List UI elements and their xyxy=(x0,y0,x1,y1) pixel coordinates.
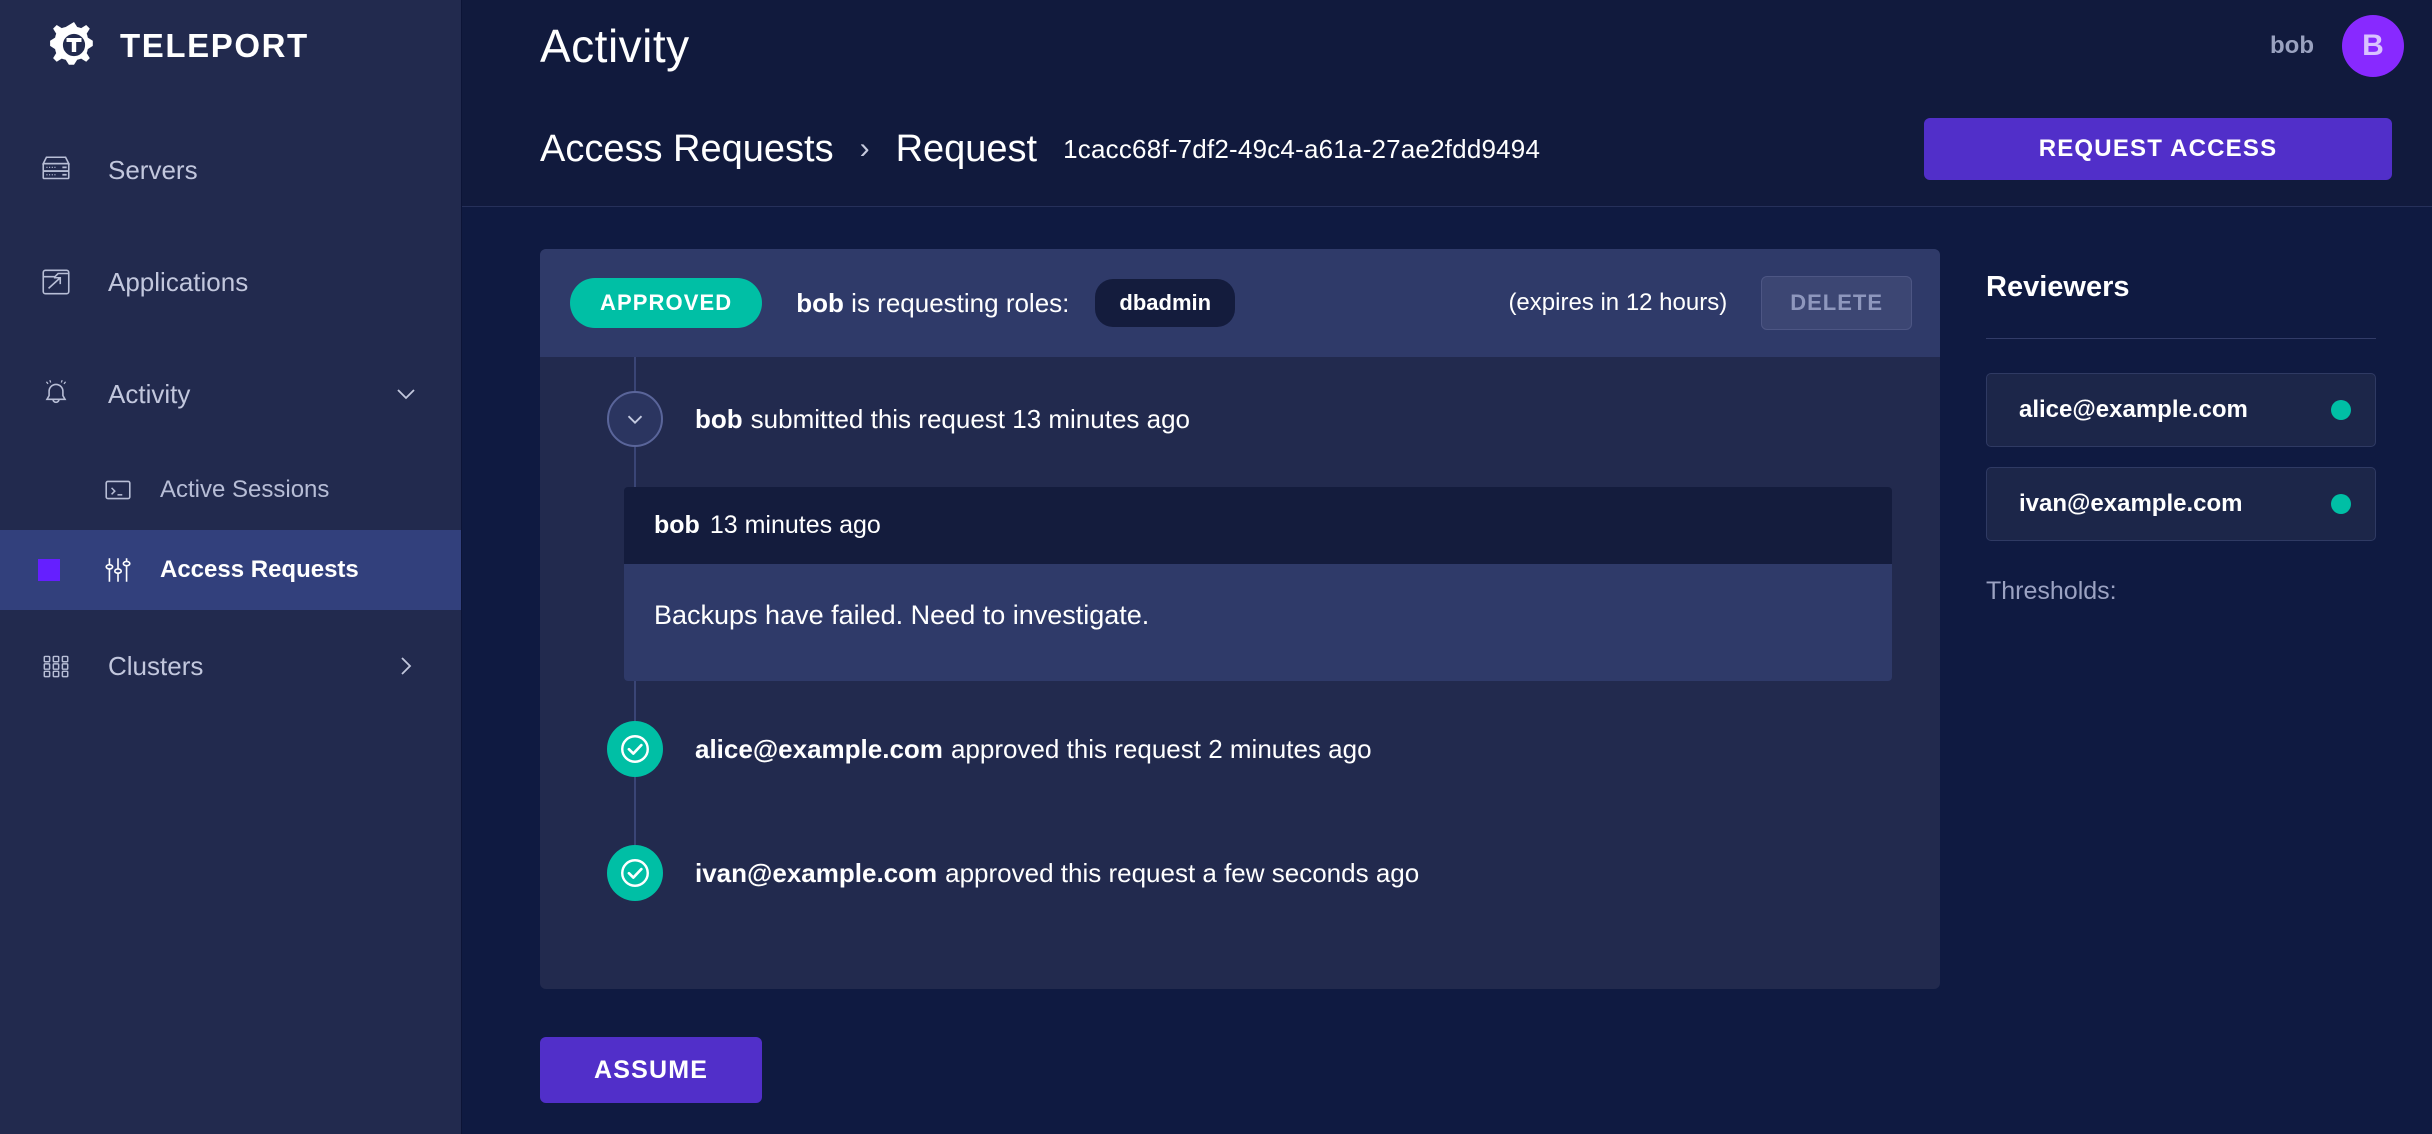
reviewer-item[interactable]: alice@example.com xyxy=(1986,373,2376,447)
timeline-text: bob submitted this request 13 minutes ago xyxy=(695,404,1190,435)
timeline-row: ivan@example.com approved this request a … xyxy=(588,811,1892,935)
breadcrumb-separator-icon: › xyxy=(860,132,870,166)
sidebar-item-activity[interactable]: Activity xyxy=(0,338,461,450)
brand-name: TELEPORT xyxy=(120,27,309,65)
breadcrumb-current: Request xyxy=(896,128,1038,171)
sidebar-nav: Servers Applications xyxy=(0,114,461,722)
timeline-action: approved this request a few seconds ago xyxy=(945,858,1419,888)
topbar: Activity bob B xyxy=(462,0,2432,92)
timeline-actor: bob xyxy=(695,404,743,434)
terminal-icon xyxy=(98,474,138,506)
breadcrumb: Access Requests › Request 1cacc68f-7df2-… xyxy=(462,92,2432,207)
reviewers-title: Reviewers xyxy=(1986,271,2376,304)
brand[interactable]: TELEPORT xyxy=(0,0,461,92)
timeline-row: alice@example.com approved this request 2… xyxy=(588,687,1892,811)
sidebar-item-label: Servers xyxy=(108,155,198,186)
chevron-down-icon[interactable] xyxy=(393,381,419,407)
active-marker xyxy=(38,559,60,581)
server-rack-icon xyxy=(30,150,82,190)
sidebar-item-servers[interactable]: Servers xyxy=(0,114,461,226)
comment-body: Backups have failed. Need to investigate… xyxy=(624,564,1892,681)
comment-header: bob 13 minutes ago xyxy=(624,487,1892,564)
status-dot-icon xyxy=(2331,494,2351,514)
status-dot-icon xyxy=(2331,400,2351,420)
timeline-actor: ivan@example.com xyxy=(695,858,937,888)
sidebar-item-clusters[interactable]: Clusters xyxy=(0,610,461,722)
reviewer-email: ivan@example.com xyxy=(2019,490,2243,518)
sidebar-item-label: Applications xyxy=(108,267,248,298)
delete-button[interactable]: DELETE xyxy=(1761,276,1912,330)
request-comment: bob 13 minutes ago Backups have failed. N… xyxy=(624,487,1892,681)
sidebar: TELEPORT Servers xyxy=(0,0,462,1134)
request-card: APPROVED bob is requesting roles: dbadmi… xyxy=(540,249,1940,989)
grid-dots-icon xyxy=(30,646,82,686)
avatar[interactable]: B xyxy=(2342,15,2404,77)
timeline-actor: alice@example.com xyxy=(695,734,943,764)
sidebar-item-applications[interactable]: Applications xyxy=(0,226,461,338)
teleport-gear-icon xyxy=(48,20,100,72)
chevron-right-icon[interactable] xyxy=(393,653,419,679)
request-summary-text: is requesting roles: xyxy=(851,288,1069,318)
timeline-action: approved this request 2 minutes ago xyxy=(951,734,1372,764)
request-timeline: bob submitted this request 13 minutes ago… xyxy=(540,357,1940,989)
topbar-user-area: bob B xyxy=(2270,15,2392,77)
check-circle-icon xyxy=(607,845,663,901)
sidebar-item-access-requests[interactable]: Access Requests xyxy=(0,530,461,610)
sidebar-item-label: Activity xyxy=(108,379,190,410)
sidebar-item-label: Active Sessions xyxy=(160,476,329,504)
user-name: bob xyxy=(2270,32,2314,60)
content: APPROVED bob is requesting roles: dbadmi… xyxy=(462,207,2432,1103)
timeline-action: submitted this request 13 minutes ago xyxy=(751,404,1190,434)
sidebar-item-label: Access Requests xyxy=(160,556,359,584)
role-chip: dbadmin xyxy=(1095,279,1235,327)
comment-author: bob xyxy=(654,511,700,539)
sidebar-item-active-sessions[interactable]: Active Sessions xyxy=(0,450,461,530)
request-summary: bob is requesting roles: xyxy=(796,288,1069,319)
timeline-row: bob submitted this request 13 minutes ago xyxy=(588,357,1892,481)
request-id: 1cacc68f-7df2-49c4-a61a-27ae2fdd9494 xyxy=(1063,134,1540,165)
timeline-text: alice@example.com approved this request 2… xyxy=(695,734,1372,765)
reviewers-panel: Reviewers alice@example.com ivan@example… xyxy=(1986,249,2376,1103)
application-window-icon xyxy=(30,262,82,302)
timeline-text: ivan@example.com approved this request a … xyxy=(695,858,1419,889)
page-title: Activity xyxy=(540,19,690,73)
check-circle-icon xyxy=(607,721,663,777)
sidebar-item-label: Clusters xyxy=(108,651,203,682)
main-area: Activity bob B Access Requests › Request… xyxy=(462,0,2432,1134)
breadcrumb-parent[interactable]: Access Requests xyxy=(540,128,834,171)
request-summary-user: bob xyxy=(796,288,844,318)
request-detail-column: APPROVED bob is requesting roles: dbadmi… xyxy=(540,249,1940,1103)
sliders-icon xyxy=(98,554,138,586)
bell-icon xyxy=(30,374,82,414)
status-badge: APPROVED xyxy=(570,278,762,328)
assume-button[interactable]: ASSUME xyxy=(540,1037,762,1103)
reviewers-divider xyxy=(1986,338,2376,339)
app-root: TELEPORT Servers xyxy=(0,0,2432,1134)
reviewer-email: alice@example.com xyxy=(2019,396,2248,424)
expires-text: (expires in 12 hours) xyxy=(1508,289,1727,317)
request-card-header: APPROVED bob is requesting roles: dbadmi… xyxy=(540,249,1940,357)
chevron-down-circle-icon[interactable] xyxy=(607,391,663,447)
request-access-button[interactable]: REQUEST ACCESS xyxy=(1924,118,2392,180)
reviewer-item[interactable]: ivan@example.com xyxy=(1986,467,2376,541)
comment-time: 13 minutes ago xyxy=(710,511,881,539)
thresholds-label: Thresholds: xyxy=(1986,577,2376,606)
